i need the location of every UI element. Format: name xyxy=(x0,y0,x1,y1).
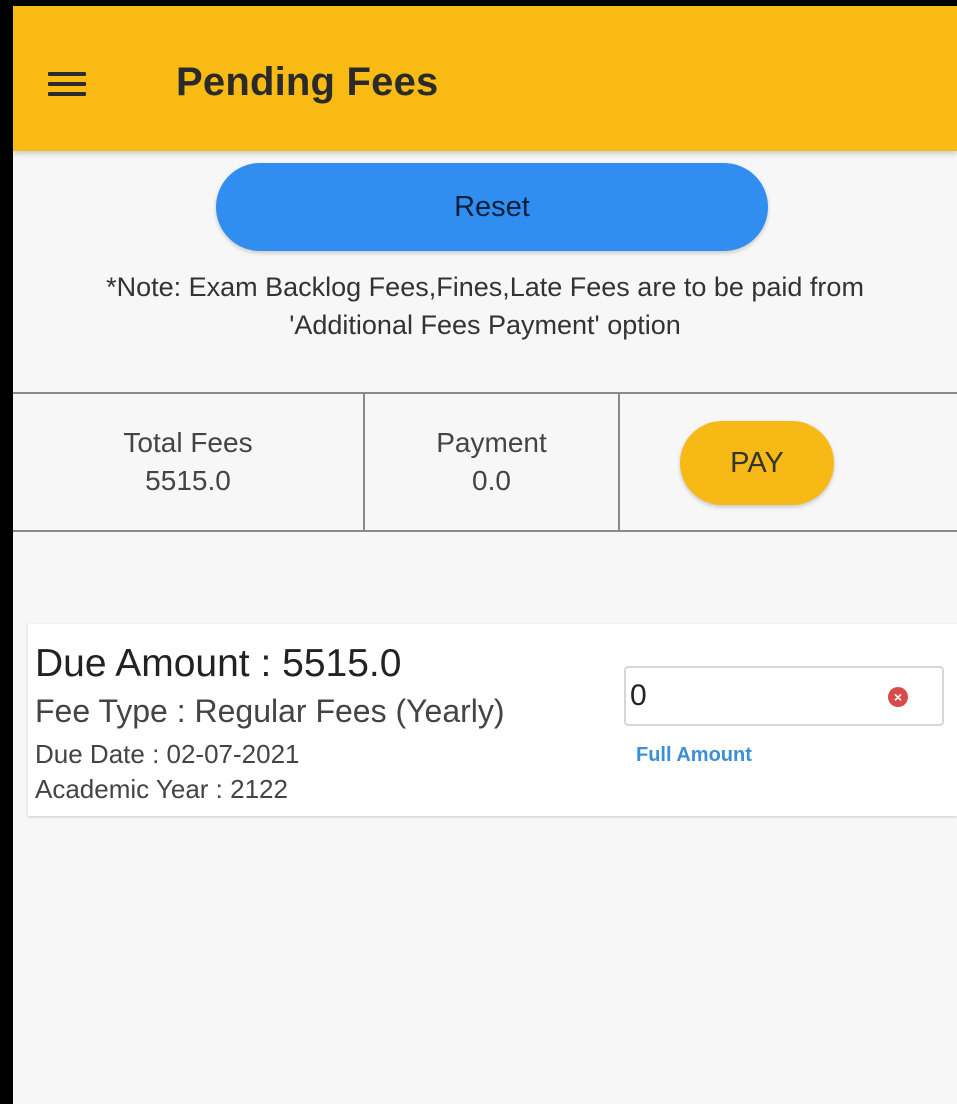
payment-value: 0.0 xyxy=(472,465,511,496)
amount-field[interactable]: × xyxy=(624,666,944,726)
app-bar: Pending Fees xyxy=(13,6,957,151)
total-fees-cell: Total Fees 5515.0 xyxy=(13,394,365,530)
amount-input[interactable] xyxy=(630,670,870,722)
academic-year: Academic Year : 2122 xyxy=(35,774,288,804)
total-fees-value: 5515.0 xyxy=(145,465,231,496)
payment-label: Payment xyxy=(436,427,547,458)
fee-type: Fee Type : Regular Fees (Yearly) xyxy=(35,693,505,729)
due-amount: Due Amount : 5515.0 xyxy=(35,642,402,685)
app-screen: Pending Fees Reset *Note: Exam Backlog F… xyxy=(13,6,957,1104)
hamburger-menu-icon[interactable] xyxy=(48,72,86,96)
payment-note: *Note: Exam Backlog Fees,Fines,Late Fees… xyxy=(13,268,957,344)
note-line-2: 'Additional Fees Payment' option xyxy=(289,310,681,340)
note-line-1: *Note: Exam Backlog Fees,Fines,Late Fees… xyxy=(106,272,864,302)
fee-item-card: Due Amount : 5515.0 Fee Type : Regular F… xyxy=(28,624,957,816)
fees-summary-row: Total Fees 5515.0 Payment 0.0 PAY xyxy=(13,392,957,532)
pay-button[interactable]: PAY xyxy=(680,421,834,505)
total-fees-label: Total Fees xyxy=(123,427,253,458)
payment-cell: Payment 0.0 xyxy=(365,394,620,530)
full-amount-link[interactable]: Full Amount xyxy=(636,744,752,767)
page-title: Pending Fees xyxy=(176,60,439,104)
reset-button[interactable]: Reset xyxy=(216,163,768,251)
clear-circle-icon[interactable]: × xyxy=(888,687,908,707)
due-date: Due Date : 02-07-2021 xyxy=(35,739,300,769)
